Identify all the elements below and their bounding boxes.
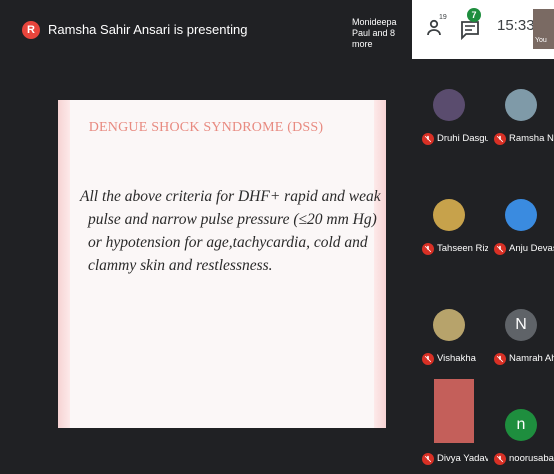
participant-name: Namrah Ahmed	[509, 353, 554, 364]
participant-avatar	[433, 309, 465, 341]
other-participants-label[interactable]: Monideepa Paul and 8 more	[352, 17, 412, 50]
participant-avatar	[505, 89, 537, 121]
chat-icon[interactable]	[458, 18, 482, 42]
participant-tile[interactable]: Anju Devasia	[488, 185, 554, 263]
chat-badge: 7	[467, 8, 481, 22]
meeting-toolbar: 19 7 15:33 You	[412, 0, 554, 59]
participant-tile[interactable]: Ramsha Neyaz	[488, 75, 554, 153]
slide-left-border	[58, 100, 70, 428]
slide-title: DENGUE SHOCK SYNDROME (DSS)	[88, 120, 324, 135]
mic-off-icon	[422, 243, 434, 255]
participant-name: Anju Devasia	[509, 243, 554, 254]
participant-name: noorusaba bano	[509, 453, 554, 464]
participant-tile[interactable]: Druhi Dasgupta	[416, 75, 497, 153]
participant-avatar: N	[505, 309, 537, 341]
slide-line: or hypotension for age,tachycardia, cold…	[88, 234, 368, 251]
participant-tile[interactable]: n noorusaba bano	[488, 395, 554, 473]
participant-name: Ramsha Neyaz	[509, 133, 554, 144]
presenting-status: Ramsha Sahir Ansari is presenting	[48, 22, 248, 37]
mic-off-icon	[494, 353, 506, 365]
people-count: 19	[439, 14, 447, 21]
slide-line: pulse and narrow pulse pressure (≤20 mm …	[88, 211, 377, 228]
participant-video	[434, 379, 474, 443]
self-view-label: You	[535, 37, 547, 44]
slide-line: clammy skin and restlessness.	[88, 257, 273, 274]
mic-off-icon	[494, 133, 506, 145]
presentation-area: R Ramsha Sahir Ansari is presenting Moni…	[0, 0, 412, 474]
mic-off-icon	[422, 353, 434, 365]
mic-off-icon	[494, 453, 506, 465]
mic-off-icon	[422, 133, 434, 145]
participant-tile[interactable]: Vishakha	[416, 295, 482, 373]
participant-avatar	[433, 89, 465, 121]
participant-grid: Druhi Dasgupta Ramsha Neyaz Tahseen Rizw…	[412, 59, 554, 474]
participant-avatar	[433, 199, 465, 231]
slide-line: All the above criteria for DHF+ rapid an…	[80, 188, 381, 205]
participant-tile[interactable]: Divya Yadav	[416, 379, 489, 473]
participant-tile[interactable]: Tahseen Rizwan	[416, 185, 497, 263]
slide-body: All the above criteria for DHF+ rapid an…	[80, 185, 381, 277]
participant-avatar	[505, 199, 537, 231]
mic-off-icon	[494, 243, 506, 255]
mic-off-icon	[422, 453, 434, 465]
clock: 15:33	[497, 17, 535, 34]
presenter-avatar: R	[22, 21, 40, 39]
presenter-bar: R Ramsha Sahir Ansari is presenting Moni…	[0, 0, 412, 60]
participant-tile[interactable]: N Namrah Ahmed	[488, 295, 554, 373]
slide-right-border	[374, 100, 386, 428]
participant-avatar: n	[505, 409, 537, 441]
